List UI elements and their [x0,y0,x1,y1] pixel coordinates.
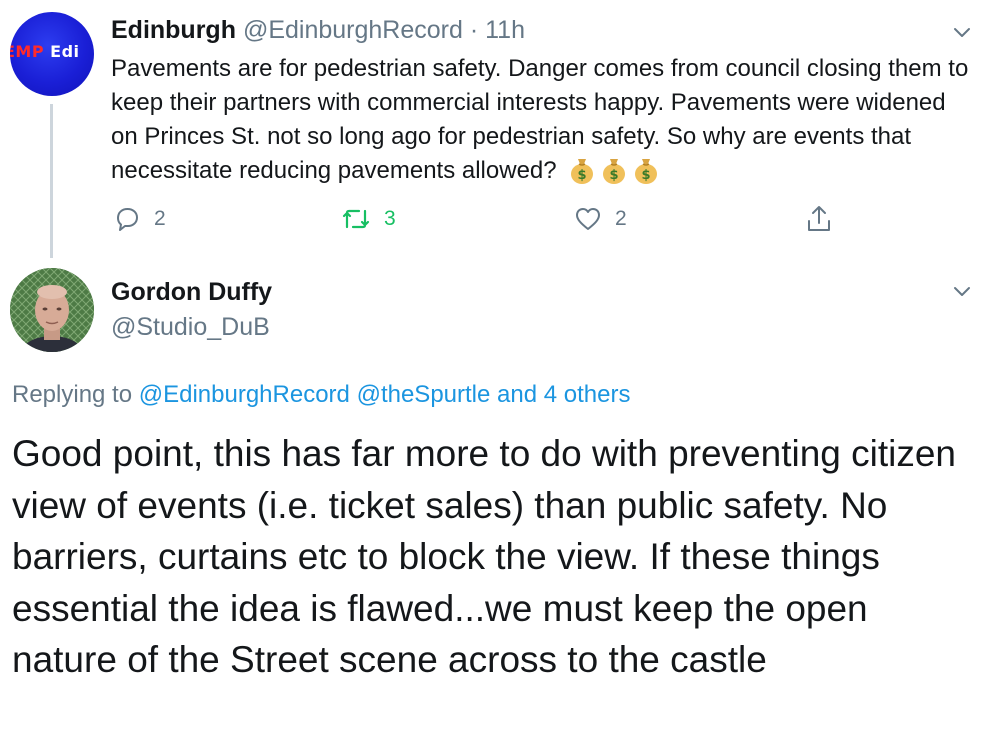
svg-text:$: $ [642,168,651,183]
chevron-down-icon[interactable] [953,26,970,40]
retweet-icon [340,204,372,234]
money-bag-icon: $ [569,156,595,184]
retweet-button[interactable]: 3 [340,202,396,236]
tweet-actions: 2 3 2 [0,202,986,236]
tweet-text: Good point, this has far more to do with… [12,433,957,680]
tweet-thread: EMP Edi Edinburgh @EdinburghRecord · 11h… [0,0,986,746]
like-count: 2 [615,207,627,230]
handle[interactable]: @EdinburghRecord [243,16,463,44]
svg-text:$: $ [610,168,619,183]
reply-count: 2 [154,207,166,230]
handle[interactable]: @Studio_DuB [111,311,270,343]
money-bag-icon: $ [601,156,627,184]
display-name[interactable]: Gordon Duffy [111,276,272,308]
emoji-group: $ $ $ [563,157,659,184]
others-link[interactable]: and 4 others [497,381,630,408]
like-button[interactable]: 2 [573,202,627,236]
reply-icon [112,204,142,234]
chevron-down-icon[interactable] [953,285,970,299]
avatar-logo: EMP Edi [10,42,80,61]
mention-link[interactable]: @theSpurtle [357,381,491,408]
tweet-text-content: Pavements are for pedestrian safety. Dan… [111,55,969,184]
tweet-header: Edinburgh @EdinburghRecord · 11h [111,14,525,46]
avatar-photo [10,268,94,352]
timestamp[interactable]: 11h [485,16,525,44]
mention-link[interactable]: @EdinburghRecord [139,381,350,408]
retweet-count: 3 [384,207,396,230]
share-icon [804,203,834,235]
heart-icon [573,204,603,234]
replying-to-label: Replying to [12,381,133,408]
replying-to: Replying to @EdinburghRecord @theSpurtle… [12,379,630,411]
display-name[interactable]: Edinburgh [111,16,236,44]
avatar[interactable] [10,268,94,352]
reply-button[interactable]: 2 [112,202,166,236]
tweet-text: Pavements are for pedestrian safety. Dan… [111,52,977,188]
share-button[interactable] [804,202,834,236]
separator: · [469,16,479,44]
avatar[interactable]: EMP Edi [10,12,94,96]
svg-text:$: $ [578,168,587,183]
money-bag-icon: $ [633,156,659,184]
